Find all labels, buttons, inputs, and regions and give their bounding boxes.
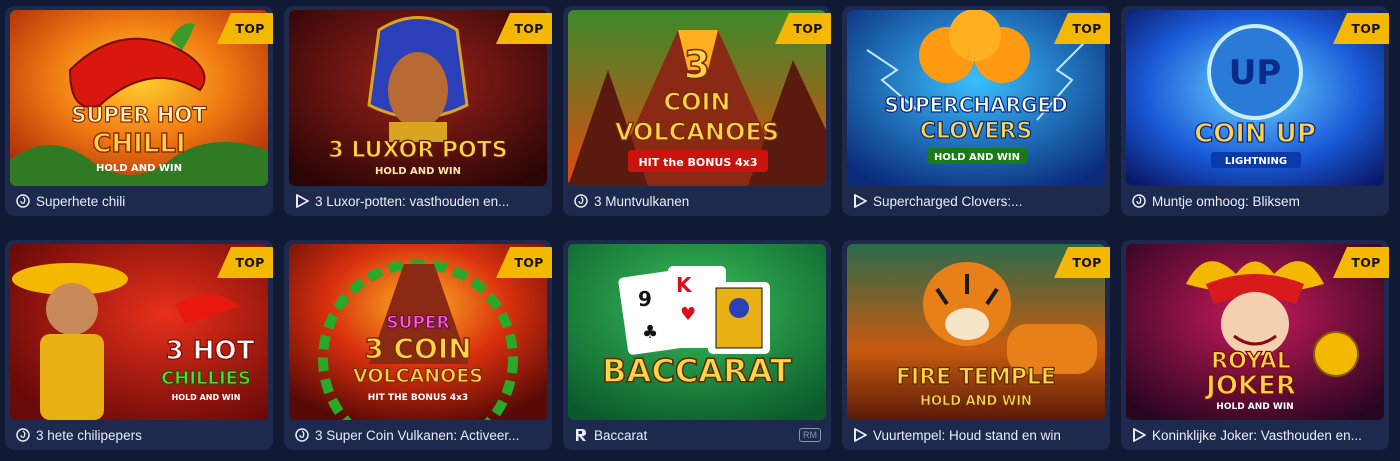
game-logo-line: CLOVERS xyxy=(920,119,1032,144)
game-logo-line: SUPER HOT xyxy=(71,103,207,127)
game-logo-sub: HOLD AND WIN xyxy=(920,394,1032,409)
game-logo-sub: HIT the BONUS 4x3 xyxy=(638,156,757,169)
game-logo-line: CHILLI xyxy=(92,129,185,159)
game-card[interactable]: SUPER HOT CHILLI HOLD AND WIN TOP Superh… xyxy=(5,6,273,216)
game-card[interactable]: 3 HOT CHILLIES HOLD AND WIN TOP 3 hete c… xyxy=(5,240,273,450)
game-logo-line: SUPER xyxy=(386,313,449,333)
game-logo-line: BACCARAT xyxy=(602,352,792,390)
spiral-provider-icon xyxy=(15,427,31,443)
game-title: Baccarat xyxy=(594,427,648,443)
play-provider-icon xyxy=(1131,427,1147,443)
game-title: Koninklijke Joker: Vasthouden en... xyxy=(1152,427,1362,443)
game-card[interactable]: FIRE TEMPLE HOLD AND WIN TOP Vuurtempel:… xyxy=(842,240,1110,450)
clubs-suit-icon: ♣ xyxy=(642,322,658,343)
game-logo-line: SUPERCHARGED xyxy=(884,93,1067,117)
hearts-suit-icon: ♥ xyxy=(680,304,696,325)
game-logo-line: 3 HOT xyxy=(166,336,255,366)
game-logo-line: 3 COIN xyxy=(364,332,471,365)
game-card[interactable]: 3 LUXOR POTS HOLD AND WIN TOP 3 Luxor-po… xyxy=(284,6,552,216)
game-logo-sub: LIGHTNING xyxy=(1225,156,1287,167)
card-rank-nine: 9 xyxy=(638,287,652,311)
card-rank-king: K xyxy=(676,273,693,297)
game-grid: SUPER HOT CHILLI HOLD AND WIN TOP Superh… xyxy=(5,6,1389,450)
game-title: 3 hete chilipepers xyxy=(36,427,142,443)
game-title: Muntje omhoog: Bliksem xyxy=(1152,193,1300,209)
r-provider-icon xyxy=(573,427,589,443)
play-provider-icon xyxy=(852,193,868,209)
play-provider-icon xyxy=(852,427,868,443)
spiral-provider-icon xyxy=(1131,193,1147,209)
spiral-provider-icon xyxy=(573,193,589,209)
game-card[interactable]: SUPERCHARGED CLOVERS HOLD AND WIN TOP Su… xyxy=(842,6,1110,216)
spiral-provider-icon xyxy=(294,427,310,443)
spiral-provider-icon xyxy=(15,193,31,209)
game-logo-sub: HOLD AND WIN xyxy=(375,166,461,177)
game-title: 3 Muntvulkanen xyxy=(594,193,690,209)
game-title: Vuurtempel: Houd stand en win xyxy=(873,427,1061,443)
game-logo-line: 3 xyxy=(684,43,710,87)
game-logo-sub: HOLD AND WIN xyxy=(96,163,182,174)
game-logo-sub: HIT THE BONUS 4x3 xyxy=(368,393,468,403)
game-card[interactable]: ROYAL JOKER HOLD AND WIN TOP Koninklijke… xyxy=(1121,240,1389,450)
game-logo-line: COIN UP xyxy=(1194,119,1316,149)
provider-tag: RM xyxy=(799,428,821,442)
game-card[interactable]: SUPER 3 COIN VOLCANOES HIT THE BONUS 4x3… xyxy=(284,240,552,450)
game-card[interactable]: 9 ♣ K ♥ BACCARAT Baccarat RM xyxy=(563,240,831,450)
game-logo-line: VOLCANOES xyxy=(353,365,483,387)
game-logo-sub: HOLD AND WIN xyxy=(1216,402,1293,412)
game-logo-line: FIRE TEMPLE xyxy=(896,365,1056,390)
game-logo-line: VOLCANOES xyxy=(615,118,779,146)
game-title: 3 Super Coin Vulkanen: Activeer... xyxy=(315,427,520,443)
play-provider-icon xyxy=(294,193,310,209)
game-logo-line: CHILLIES xyxy=(161,368,251,389)
game-thumbnail[interactable]: 9 ♣ K ♥ BACCARAT xyxy=(568,244,826,420)
game-logo-line: JOKER xyxy=(1204,371,1296,401)
game-title: 3 Luxor-potten: vasthouden en... xyxy=(315,193,510,209)
game-title: Supercharged Clovers:... xyxy=(873,193,1023,209)
game-card[interactable]: UP COIN UP LIGHTNING TOP Muntje omhoog: … xyxy=(1121,6,1389,216)
game-logo-sub: HOLD AND WIN xyxy=(934,152,1020,163)
game-logo-line: UP xyxy=(1229,53,1282,93)
game-card[interactable]: 3 COIN VOLCANOES HIT the BONUS 4x3 TOP 3… xyxy=(563,6,831,216)
game-title: Superhete chili xyxy=(36,193,126,209)
game-logo-sub: HOLD AND WIN xyxy=(172,393,241,402)
game-logo-line: COIN xyxy=(663,88,730,116)
game-logo-line: 3 LUXOR POTS xyxy=(328,138,507,163)
